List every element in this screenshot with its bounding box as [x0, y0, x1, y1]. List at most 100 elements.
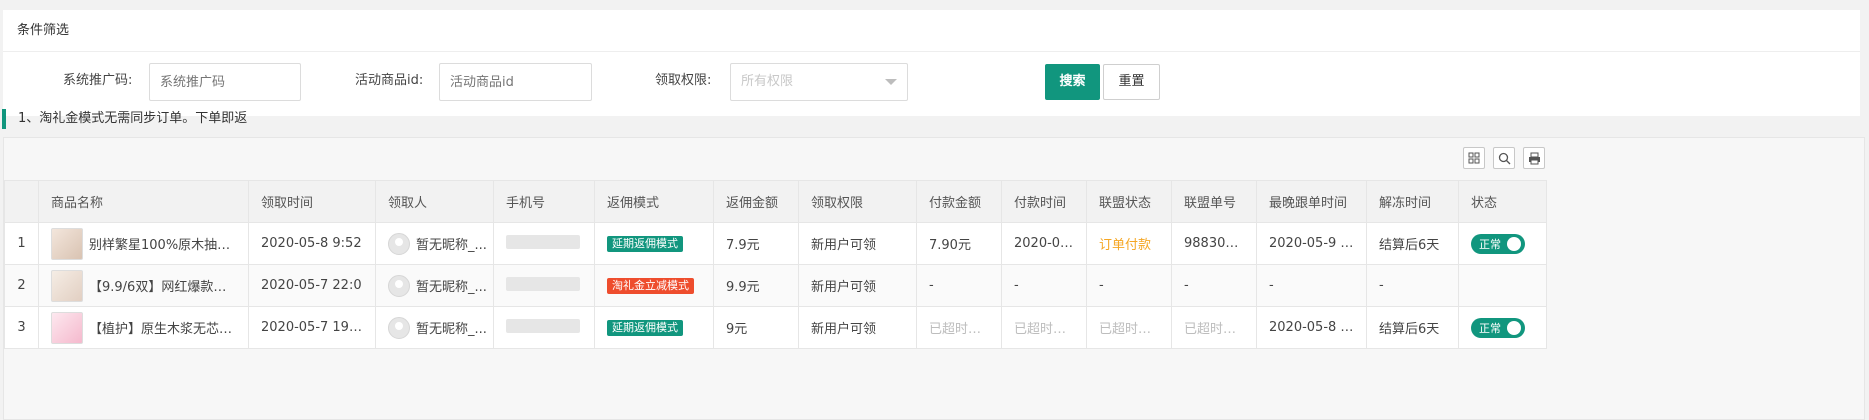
row-index: 3 [4, 306, 39, 349]
table-row: 2 【9.9/6双】网红爆款浅口... 2020-05-7 22:0 暂无昵称_… [4, 264, 1547, 307]
filter-title: 条件筛选 [3, 10, 1860, 52]
col-header-pay-amount: 付款金额 [916, 180, 1002, 223]
rebate-amount: 9元 [713, 306, 799, 349]
col-header-receiver: 领取人 [375, 180, 494, 223]
permission-select-value: 所有权限 [741, 74, 794, 89]
col-header-claim-time: 领取时间 [248, 180, 376, 223]
table-panel: 商品名称 领取时间 领取人 手机号 返佣模式 返佣金额 领取权限 付款金额 付款… [3, 137, 1865, 420]
latest-time: - [1256, 264, 1367, 307]
status-toggle[interactable]: 正常 [1471, 317, 1525, 338]
promo-code-input[interactable] [149, 63, 301, 101]
product-name: 别样繁星100%原木抽纸10... [89, 238, 236, 253]
mode-badge: 淘礼金立减模式 [607, 277, 694, 294]
col-header-latest-time: 最晚跟单时间 [1256, 180, 1367, 223]
status-cell: 正常 [1458, 222, 1547, 265]
table-row: 1 别样繁星100%原木抽纸10... 2020-05-8 9:52 暂无昵称_… [4, 222, 1547, 265]
phone-redacted [506, 234, 580, 249]
row-index: 2 [4, 264, 39, 307]
col-header-alliance-status: 联盟状态 [1086, 180, 1172, 223]
pay-amount: 已超时失效 [916, 306, 1002, 349]
permission: 新用户可领 [798, 264, 917, 307]
columns-icon[interactable] [1463, 147, 1485, 169]
col-header-permission: 领取权限 [798, 180, 917, 223]
unfreeze-time: 结算后6天 [1366, 306, 1459, 349]
goods-id-input[interactable] [439, 63, 592, 101]
col-header-unfreeze: 解冻时间 [1366, 180, 1459, 223]
receiver-cell: 暂无昵称_... [375, 306, 494, 349]
claim-time: 2020-05-7 19:23 [248, 306, 376, 349]
receiver-name: 暂无昵称_... [416, 238, 487, 253]
unfreeze-time: 结算后6天 [1366, 222, 1459, 265]
claims-table: 商品名称 领取时间 领取人 手机号 返佣模式 返佣金额 领取权限 付款金额 付款… [4, 180, 1547, 349]
table-row: 3 【植护】原生木浆无芯卷纸... 2020-05-7 19:23 暂无昵称_.… [4, 306, 1547, 349]
phone-redacted [506, 276, 580, 291]
phone-redacted [506, 318, 580, 333]
permission-select[interactable]: 所有权限 [730, 63, 908, 101]
col-header-name: 商品名称 [38, 180, 249, 223]
pay-amount: - [916, 264, 1002, 307]
col-header-mode: 返佣模式 [594, 180, 714, 223]
rebate-amount: 9.9元 [713, 264, 799, 307]
permission: 新用户可领 [798, 306, 917, 349]
product-thumbnail [51, 269, 83, 302]
print-icon[interactable] [1523, 147, 1545, 169]
mode-cell: 延期返佣模式 [594, 222, 714, 265]
product-cell[interactable]: 别样繁星100%原木抽纸10... [38, 222, 249, 265]
col-header-status: 状态 [1458, 180, 1547, 223]
toggle-knob [1507, 320, 1521, 335]
receiver-name: 暂无昵称_... [416, 280, 487, 295]
product-thumbnail [51, 311, 83, 344]
col-header-amount: 返佣金额 [713, 180, 799, 223]
alliance-no: - [1171, 264, 1257, 307]
col-header-index [4, 180, 39, 223]
product-thumbnail [51, 227, 83, 260]
permission-label: 领取权限: [655, 73, 712, 88]
product-cell[interactable]: 【9.9/6双】网红爆款浅口... [38, 264, 249, 307]
pay-time: 已超时失效 [1001, 306, 1087, 349]
pay-time: - [1001, 264, 1087, 307]
table-header-row: 商品名称 领取时间 领取人 手机号 返佣模式 返佣金额 领取权限 付款金额 付款… [4, 180, 1547, 223]
mode-cell: 淘礼金立减模式 [594, 264, 714, 307]
alliance-status: - [1086, 264, 1172, 307]
rebate-amount: 7.9元 [713, 222, 799, 265]
promo-code-label: 系统推广码: [63, 73, 133, 88]
col-header-phone: 手机号 [493, 180, 595, 223]
phone-cell [493, 222, 595, 265]
avatar [388, 316, 410, 339]
phone-cell [493, 306, 595, 349]
toggle-knob [1507, 236, 1521, 251]
status-label: 正常 [1479, 237, 1501, 251]
permission: 新用户可领 [798, 222, 917, 265]
chevron-down-icon [885, 79, 897, 85]
claim-time: 2020-05-7 22:0 [248, 264, 376, 307]
status-cell [1458, 264, 1547, 307]
status-cell: 正常 [1458, 306, 1547, 349]
receiver-name: 暂无昵称_... [416, 322, 487, 337]
pay-amount: 7.90元 [916, 222, 1002, 265]
unfreeze-time: - [1366, 264, 1459, 307]
alliance-status: 已超时失效 [1086, 306, 1172, 349]
status-toggle[interactable]: 正常 [1471, 233, 1525, 254]
row-index: 1 [4, 222, 39, 265]
alliance-no: 9883035... [1171, 222, 1257, 265]
search-icon[interactable] [1493, 147, 1515, 169]
receiver-cell: 暂无昵称_... [375, 222, 494, 265]
filter-panel: 条件筛选 系统推广码: 活动商品id: 领取权限: 所有权限 搜索 重置 [3, 10, 1860, 116]
status-label: 正常 [1479, 321, 1501, 335]
latest-time: 2020-05-8 11... [1256, 306, 1367, 349]
alliance-status: 订单付款 [1086, 222, 1172, 265]
alliance-no: 已超时失效 [1171, 306, 1257, 349]
product-cell[interactable]: 【植护】原生木浆无芯卷纸... [38, 306, 249, 349]
product-name: 【9.9/6双】网红爆款浅口... [89, 280, 236, 295]
col-header-alliance-no: 联盟单号 [1171, 180, 1257, 223]
mode-badge: 延期返佣模式 [607, 235, 683, 252]
note-text: 1、淘礼金模式无需同步订单。下单即返 [18, 111, 248, 126]
product-name: 【植护】原生木浆无芯卷纸... [89, 322, 236, 337]
search-button[interactable]: 搜索 [1045, 64, 1100, 100]
receiver-cell: 暂无昵称_... [375, 264, 494, 307]
latest-time: 2020-05-9 11... [1256, 222, 1367, 265]
mode-badge: 延期返佣模式 [607, 319, 683, 336]
reset-button[interactable]: 重置 [1103, 64, 1160, 100]
col-header-pay-time: 付款时间 [1001, 180, 1087, 223]
avatar [388, 232, 410, 255]
